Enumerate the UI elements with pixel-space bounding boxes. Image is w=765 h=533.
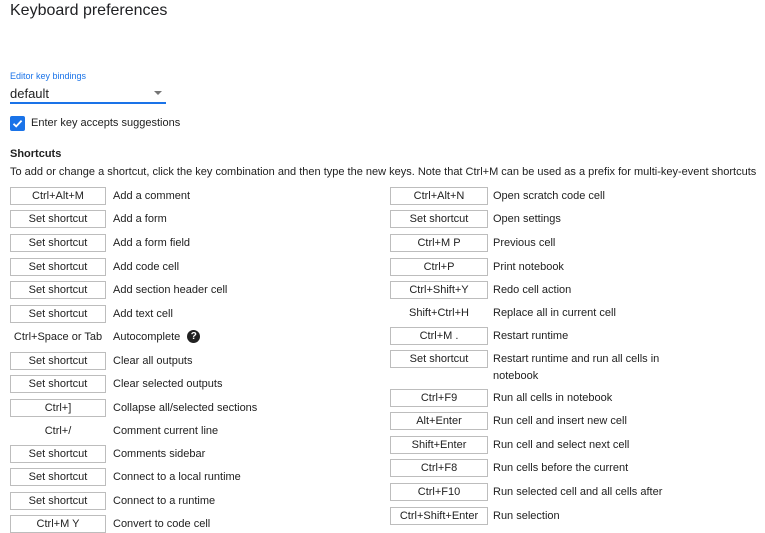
shortcut-key-button[interactable]: Ctrl+F8 [390, 459, 488, 477]
shortcut-key-button[interactable]: Ctrl+Shift+Y [390, 281, 488, 299]
shortcut-description-text: Previous cell [493, 237, 556, 249]
shortcut-description-text: Redo cell action [493, 284, 572, 296]
shortcut-description: Open scratch code cell [493, 188, 605, 204]
shortcut-description-text: Comments sidebar [113, 448, 206, 460]
shortcut-description-text: Clear all outputs [113, 355, 193, 367]
shortcut-description: Add text cell [113, 306, 173, 322]
shortcut-description: Comment current line [113, 423, 218, 439]
set-shortcut-button[interactable]: Set shortcut [10, 210, 106, 228]
shortcut-description: Restart runtime [493, 328, 568, 344]
shortcut-key-button[interactable]: Ctrl+] [10, 399, 106, 417]
shortcut-description: Clear all outputs [113, 353, 193, 369]
shortcut-description-text: Clear selected outputs [113, 378, 223, 390]
editor-key-bindings-value: default [10, 86, 50, 101]
shortcut-key-button[interactable]: Alt+Enter [390, 412, 488, 430]
shortcut-description: Run all cells in notebook [493, 390, 612, 406]
set-shortcut-button[interactable]: Set shortcut [390, 210, 488, 228]
dropdown-arrow-icon [154, 91, 162, 95]
shortcut-key-button[interactable]: Ctrl+M . [390, 327, 488, 345]
shortcut-key-button[interactable]: Ctrl+Alt+N [390, 187, 488, 205]
shortcut-description: Restart runtime and run all cells in not… [493, 351, 693, 385]
shortcut-description-text: Add code cell [113, 261, 180, 273]
shortcut-key-button[interactable]: Ctrl+F10 [390, 483, 488, 501]
help-icon[interactable]: ? [187, 329, 201, 343]
set-shortcut-button[interactable]: Set shortcut [10, 305, 106, 323]
shortcut-key-button[interactable]: Ctrl+Alt+M [10, 187, 106, 205]
shortcut-key-button[interactable]: Ctrl+M P [390, 234, 488, 252]
shortcut-description-text: Connect to a runtime [113, 495, 216, 507]
shortcut-description-text: Open settings [493, 213, 561, 225]
shortcut-description-text: Comment current line [113, 425, 219, 437]
shortcut-description: Clear selected outputs [113, 376, 222, 392]
shortcut-description-text: Run selection [493, 510, 560, 522]
set-shortcut-button[interactable]: Set shortcut [10, 281, 106, 299]
shortcut-description-text: Collapse all/selected sections [113, 402, 258, 414]
shortcut-description-text: Add section header cell [113, 284, 228, 296]
shortcut-description: Add code cell [113, 259, 179, 275]
set-shortcut-button[interactable]: Set shortcut [10, 352, 106, 370]
shortcut-description-text: Add text cell [113, 308, 173, 320]
shortcut-description-text: Add a comment [113, 190, 191, 202]
shortcut-description: Add a comment [113, 188, 190, 204]
shortcut-description: Connect to a runtime [113, 493, 215, 509]
shortcut-description: Run selected cell and all cells after [493, 484, 662, 500]
shortcut-key-button[interactable]: Ctrl+F9 [390, 389, 488, 407]
set-shortcut-button[interactable]: Set shortcut [10, 492, 106, 510]
shortcut-description: Add a form field [113, 235, 190, 251]
shortcut-description-text: Run all cells in notebook [493, 392, 613, 404]
shortcut-key-button[interactable]: Ctrl+P [390, 258, 488, 276]
shortcut-key-button[interactable]: Shift+Enter [390, 436, 488, 454]
shortcuts-heading: Shortcuts [10, 148, 62, 160]
shortcut-key-button[interactable]: Ctrl+Space or Tab [10, 328, 106, 346]
shortcut-key-button[interactable]: Ctrl+Shift+Enter [390, 507, 488, 525]
enter-key-label: Enter key accepts suggestions [31, 117, 181, 129]
set-shortcut-button[interactable]: Set shortcut [10, 375, 106, 393]
shortcut-description: Previous cell [493, 235, 555, 251]
shortcut-description: Redo cell action [493, 282, 571, 298]
shortcut-description-text: Restart runtime and run all cells in not… [493, 353, 660, 382]
shortcut-description: Add section header cell [113, 282, 227, 298]
shortcuts-hint: To add or change a shortcut, click the k… [10, 166, 757, 178]
shortcut-description: Open settings [493, 211, 561, 227]
set-shortcut-button[interactable]: Set shortcut [390, 350, 488, 368]
shortcut-description: Collapse all/selected sections [113, 400, 257, 416]
shortcut-description: Print notebook [493, 259, 564, 275]
shortcut-description-text: Run cells before the current [493, 462, 629, 474]
checkmark-icon [12, 119, 23, 128]
shortcut-description: Run cells before the current [493, 460, 628, 476]
editor-key-bindings-label: Editor key bindings [10, 71, 87, 81]
shortcut-description-text: Open scratch code cell [493, 190, 605, 202]
shortcut-description: Connect to a local runtime [113, 469, 241, 485]
shortcut-description-text: Add a form [113, 213, 167, 225]
shortcut-description: Autocomplete? [113, 329, 201, 345]
shortcut-description-text: Print notebook [493, 261, 564, 273]
set-shortcut-button[interactable]: Set shortcut [10, 234, 106, 252]
shortcut-description: Convert to code cell [113, 516, 210, 532]
shortcut-description: Run selection [493, 508, 560, 524]
shortcut-key-button[interactable]: Ctrl+M Y [10, 515, 106, 533]
shortcut-description: Add a form [113, 211, 167, 227]
shortcut-description: Comments sidebar [113, 446, 205, 462]
set-shortcut-button[interactable]: Set shortcut [10, 258, 106, 276]
set-shortcut-button[interactable]: Set shortcut [10, 468, 106, 486]
shortcut-description-text: Run selected cell and all cells after [493, 486, 663, 498]
set-shortcut-button[interactable]: Set shortcut [10, 445, 106, 463]
page-title: Keyboard preferences [10, 2, 168, 19]
shortcut-description: Run cell and select next cell [493, 437, 629, 453]
shortcut-description-text: Convert to code cell [113, 518, 211, 530]
shortcut-description-text: Restart runtime [493, 330, 569, 342]
shortcut-description: Run cell and insert new cell [493, 413, 627, 429]
editor-key-bindings-select[interactable]: default [10, 84, 166, 104]
shortcut-description-text: Connect to a local runtime [113, 471, 241, 483]
shortcut-description-text: Run cell and insert new cell [493, 415, 627, 427]
enter-key-checkbox[interactable] [10, 116, 25, 131]
shortcut-description-text: Add a form field [113, 237, 191, 249]
shortcut-description-text: Run cell and select next cell [493, 439, 630, 451]
shortcut-description-text: Autocomplete [113, 331, 181, 343]
shortcut-key-button[interactable]: Shift+Ctrl+H [390, 304, 488, 322]
shortcut-description-text: Replace all in current cell [493, 307, 616, 319]
shortcut-key-button[interactable]: Ctrl+/ [10, 422, 106, 440]
shortcut-description: Replace all in current cell [493, 305, 616, 321]
